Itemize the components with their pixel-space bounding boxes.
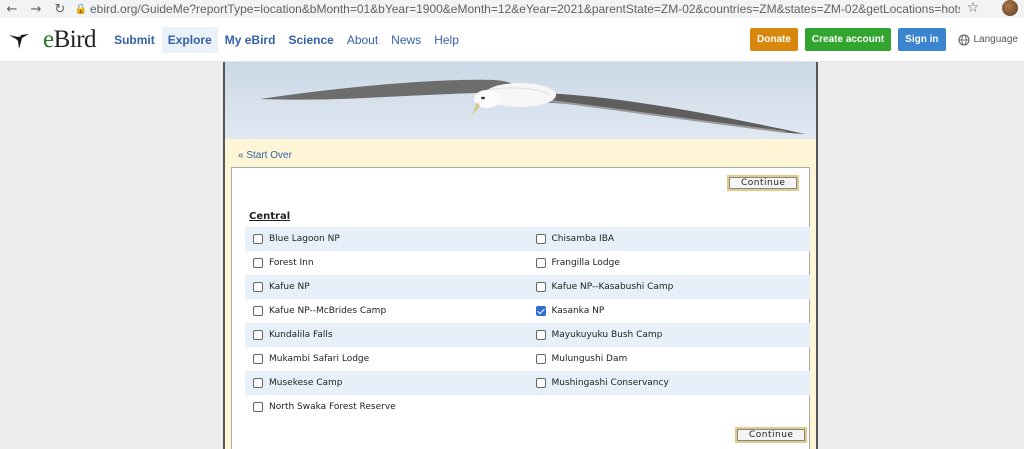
sign-in-button[interactable]: Sign in [898,28,946,51]
language-selector[interactable]: Language [958,34,1019,46]
bookmark-star-icon[interactable]: ☆ [964,0,982,18]
hotspot-checkbox[interactable] [253,378,263,388]
globe-icon [958,34,969,45]
start-over-link[interactable]: « Start Over [238,150,292,161]
hotspot-list: Blue Lagoon NP Chisamba IBA Forest Inn F… [245,227,810,419]
table-row: Kafue NP Kafue NP--Kasabushi Camp [245,275,810,299]
hotspot-label: Mushingashi Conservancy [551,378,669,388]
hotspot-checkbox[interactable] [253,234,263,244]
profile-avatar[interactable] [1002,0,1018,16]
hotspot-label: Musekese Camp [269,378,343,388]
nav-help[interactable]: Help [428,27,465,53]
header-actions: Donate Create account Sign in Language [743,28,1018,51]
create-account-button[interactable]: Create account [804,28,892,51]
site-header: eBird Submit Explore My eBird Science Ab… [0,18,1024,62]
hotspot-item[interactable]: Mukambi Safari Lodge [245,347,528,371]
hotspot-label: Mulungushi Dam [551,354,628,364]
hotspot-checkbox[interactable] [253,330,263,340]
hotspot-item[interactable]: Musekese Camp [245,371,528,395]
ebird-bird-logo-icon[interactable] [8,29,30,51]
logo-rest: Bird [53,25,97,53]
hotspot-label: Forest Inn [269,258,314,268]
nav-explore[interactable]: Explore [161,26,218,53]
nav-science[interactable]: Science [282,27,339,53]
table-row: Musekese Camp Mushingashi Conservancy [245,371,810,395]
region-heading: Central [249,211,291,222]
table-row: Mukambi Safari Lodge Mulungushi Dam [245,347,810,371]
hotspot-item[interactable]: Forest Inn [245,251,528,275]
hotspot-label: Blue Lagoon NP [269,234,340,244]
hotspot-checkbox[interactable] [253,306,263,316]
hotspot-checkbox[interactable] [535,282,546,292]
nav-submit[interactable]: Submit [108,27,161,53]
hotspot-checkbox[interactable] [535,234,546,244]
hotspot-label: Mukambi Safari Lodge [269,354,370,364]
nav-about[interactable]: About [341,27,384,53]
hotspot-label: North Swaka Forest Reserve [269,402,396,412]
nav-news[interactable]: News [385,27,427,53]
hotspot-checkbox[interactable] [253,282,263,292]
hotspot-checkbox[interactable] [253,258,263,268]
reload-icon[interactable]: ↻ [48,0,72,18]
address-bar[interactable]: ebird.org/GuideMe?reportType=location&bM… [90,2,960,16]
hotspot-checkbox[interactable] [253,354,263,364]
hotspot-checkbox[interactable] [535,330,546,340]
hotspot-item[interactable]: Kafue NP [245,275,528,299]
ebird-wordmark[interactable]: eBird [43,25,97,54]
hotspot-label: Kundalila Falls [269,330,333,340]
nav-my-ebird[interactable]: My eBird [219,27,282,53]
hotspot-checkbox[interactable] [253,402,263,412]
hotspot-label: Frangilla Lodge [551,258,620,268]
forward-arrow-icon[interactable]: → [24,0,48,18]
hotspot-checkbox[interactable] [535,258,546,268]
albatross-illustration [260,79,805,134]
hotspot-label: Mayukuyuku Bush Camp [551,330,663,340]
back-arrow-icon[interactable]: ← [0,0,24,18]
hotspot-item[interactable]: Chisamba IBA [528,227,811,251]
lock-icon: 🔒 [74,3,88,15]
hotspot-checkbox[interactable] [535,306,546,316]
hotspot-item[interactable]: Kafue NP--Kasabushi Camp [528,275,811,299]
hotspot-label: Kafue NP--McBrides Camp [269,306,387,316]
hotspot-item[interactable]: Blue Lagoon NP [245,227,528,251]
logo-e: e [43,25,54,53]
guide-me-panel: « Start Over Continue Central Blue Lagoo… [223,62,818,449]
hotspot-item[interactable]: Mayukuyuku Bush Camp [528,323,811,347]
albatross-banner-image [225,62,816,139]
hotspot-item[interactable]: Mushingashi Conservancy [528,371,811,395]
continue-button-bottom[interactable]: Continue [735,427,808,443]
hotspot-item[interactable]: Mulungushi Dam [528,347,811,371]
hotspot-item[interactable]: Kundalila Falls [245,323,528,347]
hotspot-item[interactable]: Kasanka NP [528,299,811,323]
hotspot-item[interactable]: Frangilla Lodge [528,251,811,275]
hotspot-label: Kafue NP [269,282,310,292]
table-row: Forest Inn Frangilla Lodge [245,251,810,275]
table-row: North Swaka Forest Reserve [245,395,810,419]
table-row: Kundalila Falls Mayukuyuku Bush Camp [245,323,810,347]
continue-button-top[interactable]: Continue [727,175,800,191]
hotspot-checkbox[interactable] [535,354,546,364]
language-label: Language [973,34,1019,45]
browser-toolbar: ← → ↻ 🔒 ebird.org/GuideMe?reportType=loc… [0,0,1024,18]
table-row: Blue Lagoon NP Chisamba IBA [245,227,810,251]
main-nav: Submit Explore My eBird Science About Ne… [108,26,466,53]
hotspot-item[interactable]: North Swaka Forest Reserve [245,395,533,419]
hotspot-item[interactable]: Kafue NP--McBrides Camp [245,299,528,323]
table-row: Kafue NP--McBrides Camp Kasanka NP [245,299,810,323]
hotspot-label: Chisamba IBA [551,234,615,244]
donate-button[interactable]: Donate [750,28,798,51]
hotspot-label: Kafue NP--Kasabushi Camp [551,282,674,292]
hotspot-checkbox[interactable] [535,378,546,388]
hotspot-label: Kasanka NP [551,306,605,316]
hotspot-selection-form: Continue Central Blue Lagoon NP Chisamba… [231,167,810,449]
